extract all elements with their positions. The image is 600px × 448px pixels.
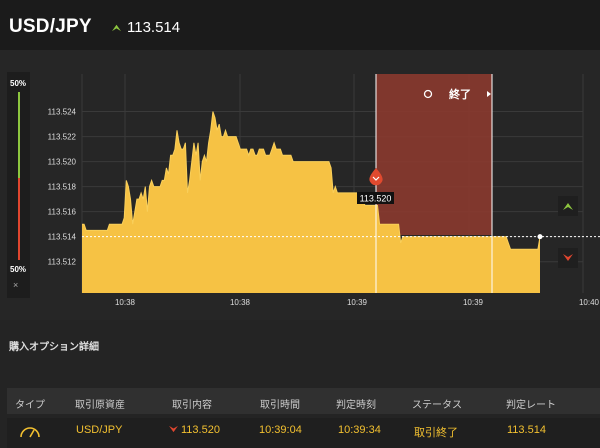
expired-region: [376, 74, 492, 235]
current-rate-dot: [537, 234, 543, 240]
x-tick-label: 10:39: [463, 298, 484, 307]
cell-asset: USD/JPY: [76, 424, 123, 436]
down-arrow-icon: [169, 424, 178, 436]
header-judge-rate: 判定レート: [506, 400, 556, 411]
header-content: 取引内容: [172, 400, 212, 411]
gauge-icon: [18, 422, 42, 445]
x-tick-label: 10:40: [579, 298, 600, 307]
y-tick-label: 113.520: [48, 158, 77, 167]
up-arrow-icon: [112, 23, 121, 32]
current-rate: 113.514: [127, 19, 181, 36]
y-tick-label: 113.522: [48, 133, 77, 142]
cell-trade-time: 10:39:04: [259, 424, 302, 436]
cell-status: 取引終了: [414, 427, 458, 439]
y-tick-label: 113.524: [48, 108, 77, 117]
high-button[interactable]: [558, 196, 578, 216]
y-axis: 113.524 113.522 113.520 113.518 113.516 113.5…: [48, 108, 77, 267]
pair-title: USD/JPY: [9, 16, 92, 37]
price-chart: 113.524 113.522 113.520 113.518 113.516 113.5…: [48, 74, 600, 307]
x-tick-label: 10:38: [230, 298, 251, 307]
section-title: 購入オプション詳細: [9, 342, 99, 353]
header-type: タイプ: [15, 400, 45, 411]
y-tick-label: 113.518: [48, 183, 77, 192]
y-tick-label: 113.514: [48, 233, 77, 242]
y-tick-label: 113.512: [48, 258, 77, 267]
header-trade-time: 取引時間: [260, 400, 300, 411]
cell-judge-time: 10:39:34: [338, 424, 381, 436]
table-header: タイプ 取引原資産 取引内容 取引時間 判定時刻 ステータス 判定レート: [7, 388, 600, 414]
entry-rate-label: 113.520: [360, 194, 392, 204]
table-row[interactable]: USD/JPY 113.520 10:39:04 10:39:34 取引終了 1…: [7, 418, 600, 448]
header-bar: USD/JPY 113.514: [0, 0, 600, 50]
low-button[interactable]: [558, 248, 578, 268]
cell-content: 113.520: [169, 424, 220, 436]
header-judge-time: 判定時刻: [336, 400, 376, 411]
x-tick-label: 10:39: [347, 298, 368, 307]
cell-judge-rate: 113.514: [507, 424, 546, 436]
cell-content-rate: 113.520: [181, 424, 220, 436]
header-asset: 取引原資産: [75, 400, 125, 411]
x-tick-label: 10:38: [115, 298, 136, 307]
expired-text: 終了: [449, 87, 471, 101]
rate-display: 113.514: [112, 19, 180, 36]
x-axis: 10:38 10:38 10:39 10:39 10:40: [115, 298, 600, 307]
header-status: ステータス: [412, 400, 462, 411]
y-tick-label: 113.516: [48, 208, 77, 217]
